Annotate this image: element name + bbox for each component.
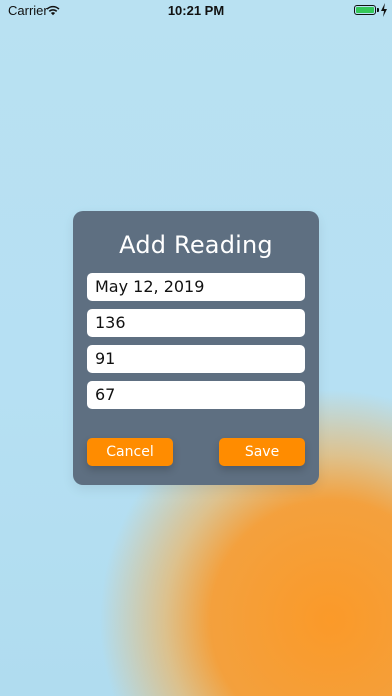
status-time: 10:21 PM <box>167 3 225 18</box>
cancel-button[interactable]: Cancel <box>87 438 173 466</box>
charging-icon <box>381 3 387 17</box>
status-bar: Carrier 10:21 PM <box>0 0 392 22</box>
dialog-title: Add Reading <box>119 231 273 259</box>
battery-icon <box>354 5 376 15</box>
date-field[interactable]: May 12, 2019 <box>87 273 305 301</box>
pulse-field[interactable]: 67 <box>87 381 305 409</box>
add-reading-dialog: Add Reading May 12, 2019 136 91 67 Cance… <box>73 211 319 485</box>
battery-level <box>356 7 374 13</box>
save-button[interactable]: Save <box>219 438 305 466</box>
battery-tip <box>377 8 379 12</box>
diastolic-field[interactable]: 91 <box>87 345 305 373</box>
systolic-field[interactable]: 136 <box>87 309 305 337</box>
